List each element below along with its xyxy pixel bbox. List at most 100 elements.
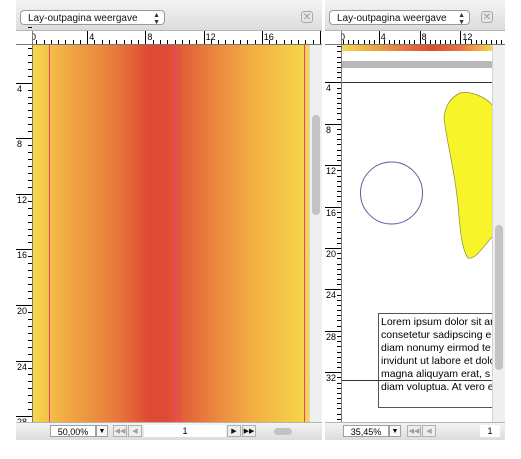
- ruler-minor-tick: [369, 40, 370, 44]
- ruler-minor-tick: [225, 40, 226, 44]
- zoom-field[interactable]: 50,00%: [50, 425, 96, 437]
- first-page-button[interactable]: ◀◀: [113, 425, 127, 437]
- ruler-minor-tick: [28, 208, 32, 209]
- ruler-label: 8: [326, 124, 332, 135]
- ruler-minor-tick: [28, 166, 32, 167]
- last-page-button[interactable]: ▶▶: [242, 425, 256, 437]
- scroll-thumb[interactable]: [312, 115, 320, 215]
- ruler-minor-tick: [28, 291, 32, 292]
- updown-arrows-icon: ▲ ▼: [153, 12, 160, 26]
- view-mode-label: Lay-outpagina weergave: [337, 13, 447, 24]
- ruler-minor-tick: [337, 155, 341, 156]
- first-page-button[interactable]: ◀◀: [407, 425, 421, 437]
- horizontal-ruler[interactable]: 048121620: [16, 31, 322, 45]
- ruler-minor-tick: [379, 40, 380, 44]
- ruler-minor-tick: [337, 196, 341, 197]
- close-button[interactable]: ✕: [301, 11, 313, 23]
- ruler-minor-tick: [58, 40, 59, 44]
- yellow-shape[interactable]: [443, 92, 492, 259]
- ruler-minor-tick: [399, 40, 400, 44]
- ruler-minor-tick: [455, 40, 456, 44]
- ruler-label: 4: [17, 83, 23, 94]
- page-number-field[interactable]: 1: [480, 425, 500, 437]
- ruler-minor-tick: [255, 40, 256, 44]
- ruler-minor-tick: [28, 97, 32, 98]
- ruler-minor-tick: [284, 40, 285, 44]
- window-toolbar: Lay-outpagina weergave ▲ ▼ ✕: [16, 0, 322, 31]
- ruler-minor-tick: [28, 242, 32, 243]
- ruler-minor-tick: [131, 40, 132, 44]
- ruler-minor-tick: [337, 139, 341, 140]
- ruler-minor-tick: [116, 40, 117, 44]
- page-canvas[interactable]: Lorem ipsum dolor sit an consetetur sadi…: [342, 45, 492, 422]
- view-mode-select[interactable]: Lay-outpagina weergave ▲ ▼: [20, 10, 165, 26]
- ruler-label: 24: [17, 361, 28, 372]
- ruler-minor-tick: [337, 408, 341, 409]
- ruler-minor-tick: [28, 340, 32, 341]
- page-canvas[interactable]: [33, 45, 309, 422]
- ruler-label: 16: [326, 207, 337, 218]
- vertical-scrollbar[interactable]: [309, 45, 322, 422]
- ruler-minor-tick: [28, 347, 32, 348]
- margin-guide-right: [304, 45, 305, 422]
- ruler-minor-tick: [337, 176, 341, 177]
- ruler-minor-tick: [28, 277, 32, 278]
- zoom-field[interactable]: 35,45%: [343, 425, 389, 437]
- next-page-button[interactable]: ▶: [227, 425, 241, 437]
- horizontal-ruler[interactable]: 0 4 8 12: [325, 31, 505, 45]
- ruler-minor-tick: [28, 103, 32, 104]
- ruler-minor-tick: [28, 117, 32, 118]
- ruler-minor-tick: [337, 186, 341, 187]
- page-number-field[interactable]: 1: [144, 425, 226, 437]
- scroll-thumb[interactable]: [495, 225, 503, 370]
- ruler-minor-tick: [353, 40, 354, 44]
- ruler-label: 32: [326, 373, 337, 384]
- ruler-minor-tick: [481, 40, 482, 44]
- ruler-minor-tick: [337, 295, 341, 296]
- ruler-minor-tick: [337, 62, 341, 63]
- chevron-down-icon[interactable]: ▼: [96, 425, 108, 437]
- text-frame[interactable]: Lorem ipsum dolor sit an consetetur sadi…: [378, 313, 492, 408]
- vertical-scrollbar[interactable]: [492, 45, 505, 422]
- circle-shape[interactable]: [360, 161, 423, 225]
- ruler-minor-tick: [138, 40, 139, 44]
- page-bottom-edge: [342, 380, 492, 381]
- ruler-minor-tick: [337, 362, 341, 363]
- view-mode-select[interactable]: Lay-outpagina weergave ▲ ▼: [329, 10, 470, 26]
- gradient-page: [33, 45, 309, 422]
- ruler-minor-tick: [337, 243, 341, 244]
- vertical-ruler[interactable]: 4 8 12 16 20 24 28 32: [325, 41, 342, 440]
- ruler-origin[interactable]: [16, 31, 33, 45]
- ruler-minor-tick: [337, 150, 341, 151]
- ruler-minor-tick: [337, 320, 341, 321]
- ruler-label: 28: [326, 331, 337, 342]
- ruler-label: 20: [326, 249, 337, 259]
- ruler-minor-tick: [337, 300, 341, 301]
- ruler-minor-tick: [420, 40, 421, 44]
- updown-arrows-icon: ▲ ▼: [458, 12, 465, 26]
- chevron-down-icon[interactable]: ▼: [389, 425, 401, 437]
- ruler-minor-tick: [28, 312, 32, 313]
- previous-page-button[interactable]: ◀: [128, 425, 142, 437]
- ruler-minor-tick: [486, 40, 487, 44]
- ruler-minor-tick: [51, 40, 52, 44]
- ruler-minor-tick: [445, 40, 446, 44]
- ruler-minor-tick: [28, 326, 32, 327]
- ruler-origin[interactable]: [325, 31, 342, 45]
- right-document-window: Lay-outpagina weergave ▲ ▼ ✕ 0 4 8 12 4 8 12 16…: [325, 0, 505, 440]
- ruler-minor-tick: [28, 263, 32, 264]
- previous-page-button[interactable]: ◀: [422, 425, 436, 437]
- close-button[interactable]: ✕: [481, 11, 493, 23]
- ruler-minor-tick: [28, 409, 32, 410]
- ruler-minor-tick: [450, 40, 451, 44]
- ruler-minor-tick: [337, 113, 341, 114]
- vertical-ruler[interactable]: 481216202428: [16, 27, 33, 438]
- ruler-minor-tick: [28, 235, 32, 236]
- ruler-minor-tick: [44, 40, 45, 44]
- ruler-minor-tick: [337, 181, 341, 182]
- ruler-label: 8: [147, 32, 153, 42]
- horizontal-scroll-thumb[interactable]: [274, 428, 292, 435]
- ruler-minor-tick: [269, 40, 270, 44]
- ruler-minor-tick: [337, 377, 341, 378]
- ruler-minor-tick: [276, 40, 277, 44]
